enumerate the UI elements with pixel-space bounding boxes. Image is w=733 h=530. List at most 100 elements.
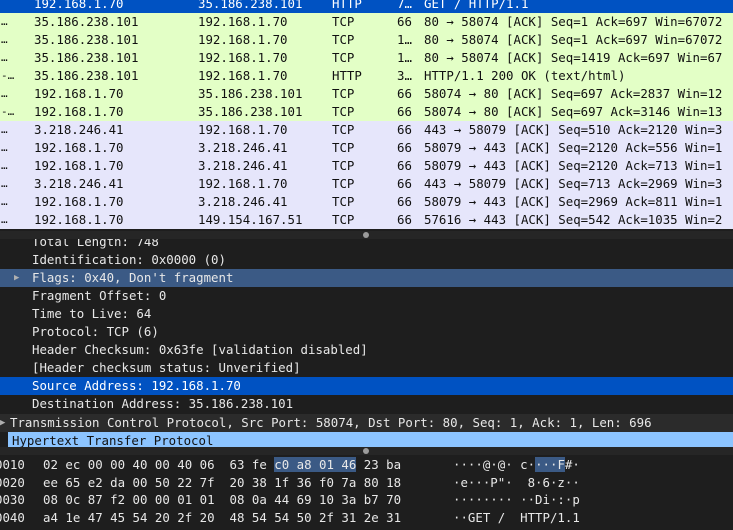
packet-info: HTTP/1.1 200 OK (text/html) [424, 68, 626, 83]
related-packet-marker: -… [1, 105, 15, 118]
packet-row[interactable]: … 192.168.1.70 149.154.167.51 TCP 66 57616 → … [0, 211, 733, 229]
packet-source: 3.218.246.41 [34, 122, 124, 137]
packet-destination: 35.186.238.101 [198, 104, 303, 119]
ascii-bytes-segment: ··GET / HTTP/1.1 [453, 509, 580, 525]
packet-info: 80 → 58074 [ACK] Seq=1419 Ack=697 Win=67 [424, 50, 723, 65]
packet-row[interactable]: … 35.186.238.101 192.168.1.70 TCP 1… 80 → 580… [0, 49, 733, 67]
detail-field[interactable]: Hypertext Transfer Protocol [8, 432, 733, 447]
packet-destination: 192.168.1.70 [198, 32, 288, 47]
packet-protocol: TCP [332, 14, 355, 29]
ascii-bytes[interactable]: ········ ··Di·:·p [453, 491, 580, 508]
hex-bytes[interactable]: 02 ec 00 00 40 00 40 06 63 fe c0 a8 01 4… [43, 456, 401, 473]
packet-row[interactable]: -… 192.168.1.70 35.186.238.101 TCP 66 58074 →… [0, 103, 733, 121]
packet-source: 192.168.1.70 [34, 194, 124, 209]
detail-field-label: Source Address: 192.168.1.70 [32, 378, 241, 393]
detail-field[interactable]: [Header checksum status: Unverified] [0, 359, 733, 377]
ascii-bytes-segment: ····@·@· c· [453, 457, 536, 472]
packet-protocol: HTTP [332, 0, 362, 11]
related-packet-marker: … [1, 177, 8, 190]
packet-row[interactable]: … 192.168.1.70 35.186.238.101 TCP 66 58074 → … [0, 85, 733, 103]
packet-length: 3… [397, 68, 412, 83]
packet-length: 1… [397, 50, 412, 65]
packet-row[interactable]: … 192.168.1.70 3.218.246.41 TCP 66 58079 → 44… [0, 193, 733, 211]
detail-field[interactable]: Source Address: 192.168.1.70 [0, 377, 733, 395]
packet-source: 35.186.238.101 [34, 68, 139, 83]
detail-field[interactable]: Header Checksum: 0x63fe [validation disa… [0, 341, 733, 359]
packet-info: 80 → 58074 [ACK] Seq=1 Ack=697 Win=67072 [424, 14, 723, 29]
packet-protocol: TCP [332, 86, 355, 101]
hex-bytes-segment: a4 1e 47 45 54 20 2f 20 48 54 54 50 2f 3… [43, 509, 402, 525]
splitter-handle[interactable] [363, 232, 369, 238]
packet-info: 80 → 58074 [ACK] Seq=1 Ack=697 Win=67072 [424, 32, 723, 47]
packet-length: 66 [397, 122, 412, 137]
packet-destination: 35.186.238.101 [198, 86, 303, 101]
bytes-row[interactable]: 0030 08 0c 87 f2 00 00 01 01 08 0a 44 69 … [0, 491, 733, 508]
packet-info: 58074 → 80 [ACK] Seq=697 Ack=3146 Win=13 [424, 104, 723, 119]
detail-field[interactable]: Protocol: TCP (6) [0, 323, 733, 341]
pane-splitter-bottom[interactable] [0, 447, 733, 455]
packet-source: 35.186.238.101 [34, 50, 139, 65]
ascii-bytes[interactable]: ··GET / HTTP/1.1 [453, 509, 580, 526]
packet-row[interactable]: … 192.168.1.70 3.218.246.41 TCP 66 58079 → 44… [0, 139, 733, 157]
related-packet-marker: … [1, 123, 8, 136]
packet-destination: 3.218.246.41 [198, 158, 288, 173]
ascii-bytes[interactable]: ····@·@· c····F#· [453, 456, 580, 473]
hex-bytes[interactable]: ee 65 e2 da 00 50 22 7f 20 38 1f 36 f0 7… [43, 474, 401, 491]
hex-bytes-segment: 02 ec 00 00 40 00 40 06 63 fe [43, 457, 275, 472]
packet-source: 192.168.1.70 [34, 0, 124, 11]
packet-list[interactable]: 192.168.1.70 35.186.238.101 HTTP 7… GET / HT… [0, 0, 733, 231]
ascii-bytes[interactable]: ·e···P"· 8·6·z·· [453, 474, 580, 491]
packet-row[interactable]: … 35.186.238.101 192.168.1.70 TCP 1… 80 → 580… [0, 31, 733, 49]
packet-protocol: TCP [332, 122, 355, 137]
packet-protocol: TCP [332, 140, 355, 155]
packet-destination: 192.168.1.70 [198, 50, 288, 65]
bytes-row[interactable]: 0020 ee 65 e2 da 00 50 22 7f 20 38 1f 36 … [0, 474, 733, 491]
byte-offset: 0020 [0, 474, 25, 490]
detail-field[interactable]: Total Length: 748 [0, 239, 733, 251]
pane-splitter-top[interactable] [0, 231, 733, 239]
hex-bytes[interactable]: 08 0c 87 f2 00 00 01 01 08 0a 44 69 10 3… [43, 491, 401, 508]
detail-field-label: Hypertext Transfer Protocol [12, 433, 214, 447]
detail-field[interactable]: ▶ Transmission Control Protocol, Src Port… [0, 414, 733, 432]
detail-field[interactable]: ▶ Flags: 0x40, Don't fragment [0, 269, 733, 287]
packet-source: 192.168.1.70 [34, 212, 124, 227]
packet-length: 66 [397, 158, 412, 173]
packet-details-tree[interactable]: Total Length: 748 Identification: 0x0000 … [0, 239, 733, 447]
related-packet-marker: … [1, 213, 8, 226]
packet-row[interactable]: … 3.218.246.41 192.168.1.70 TCP 66 443 → 5807… [0, 175, 733, 193]
packet-source: 192.168.1.70 [34, 104, 124, 119]
bytes-row[interactable]: 0040 a4 1e 47 45 54 20 2f 20 48 54 54 50 … [0, 509, 733, 526]
detail-field[interactable]: Fragment Offset: 0 [0, 287, 733, 305]
splitter-handle[interactable] [363, 448, 369, 454]
packet-length: 66 [397, 14, 412, 29]
packet-protocol: TCP [332, 158, 355, 173]
expand-arrow-icon[interactable]: ▶ [14, 269, 19, 287]
packet-row[interactable]: -… 35.186.238.101 192.168.1.70 HTTP 3… HTTP/1… [0, 67, 733, 85]
expand-arrow-icon[interactable]: ▶ [0, 414, 5, 432]
ascii-bytes-highlighted: ···F [535, 457, 565, 472]
detail-field[interactable]: Identification: 0x0000 (0) [0, 251, 733, 269]
packet-row[interactable]: … 192.168.1.70 3.218.246.41 TCP 66 58079 → 44… [0, 157, 733, 175]
related-packet-marker: … [1, 195, 8, 208]
hex-bytes[interactable]: a4 1e 47 45 54 20 2f 20 48 54 54 50 2f 3… [43, 509, 401, 526]
packet-info: 443 → 58079 [ACK] Seq=510 Ack=2120 Win=3 [424, 122, 723, 137]
packet-destination: 192.168.1.70 [198, 68, 288, 83]
packet-row[interactable]: … 3.218.246.41 192.168.1.70 TCP 66 443 → 5807… [0, 121, 733, 139]
packet-length: 7… [397, 0, 412, 11]
packet-info: 58079 → 443 [ACK] Seq=2120 Ack=556 Win=1 [424, 140, 723, 155]
packet-row[interactable]: 192.168.1.70 35.186.238.101 HTTP 7… GET / HT… [0, 0, 733, 13]
packet-info: 58074 → 80 [ACK] Seq=697 Ack=2837 Win=12 [424, 86, 723, 101]
packet-source: 192.168.1.70 [34, 86, 124, 101]
bytes-row[interactable]: 0010 02 ec 00 00 40 00 40 06 63 fe c0 a8 … [0, 456, 733, 473]
detail-field[interactable]: Time to Live: 64 [0, 305, 733, 323]
packet-destination: 192.168.1.70 [198, 14, 288, 29]
packet-row[interactable]: … 35.186.238.101 192.168.1.70 TCP 66 80 → 580… [0, 13, 733, 31]
detail-field-label: Time to Live: 64 [32, 306, 152, 321]
detail-field-label: Total Length: 748 [32, 239, 159, 249]
packet-source: 3.218.246.41 [34, 176, 124, 191]
packet-bytes-pane[interactable]: 0010 02 ec 00 00 40 00 40 06 63 fe c0 a8 … [0, 455, 733, 530]
detail-field-label: Protocol: TCP (6) [32, 324, 159, 339]
packet-destination: 149.154.167.51 [198, 212, 303, 227]
detail-field-label: Fragment Offset: 0 [32, 288, 167, 303]
detail-field[interactable]: Destination Address: 35.186.238.101 [0, 395, 733, 413]
